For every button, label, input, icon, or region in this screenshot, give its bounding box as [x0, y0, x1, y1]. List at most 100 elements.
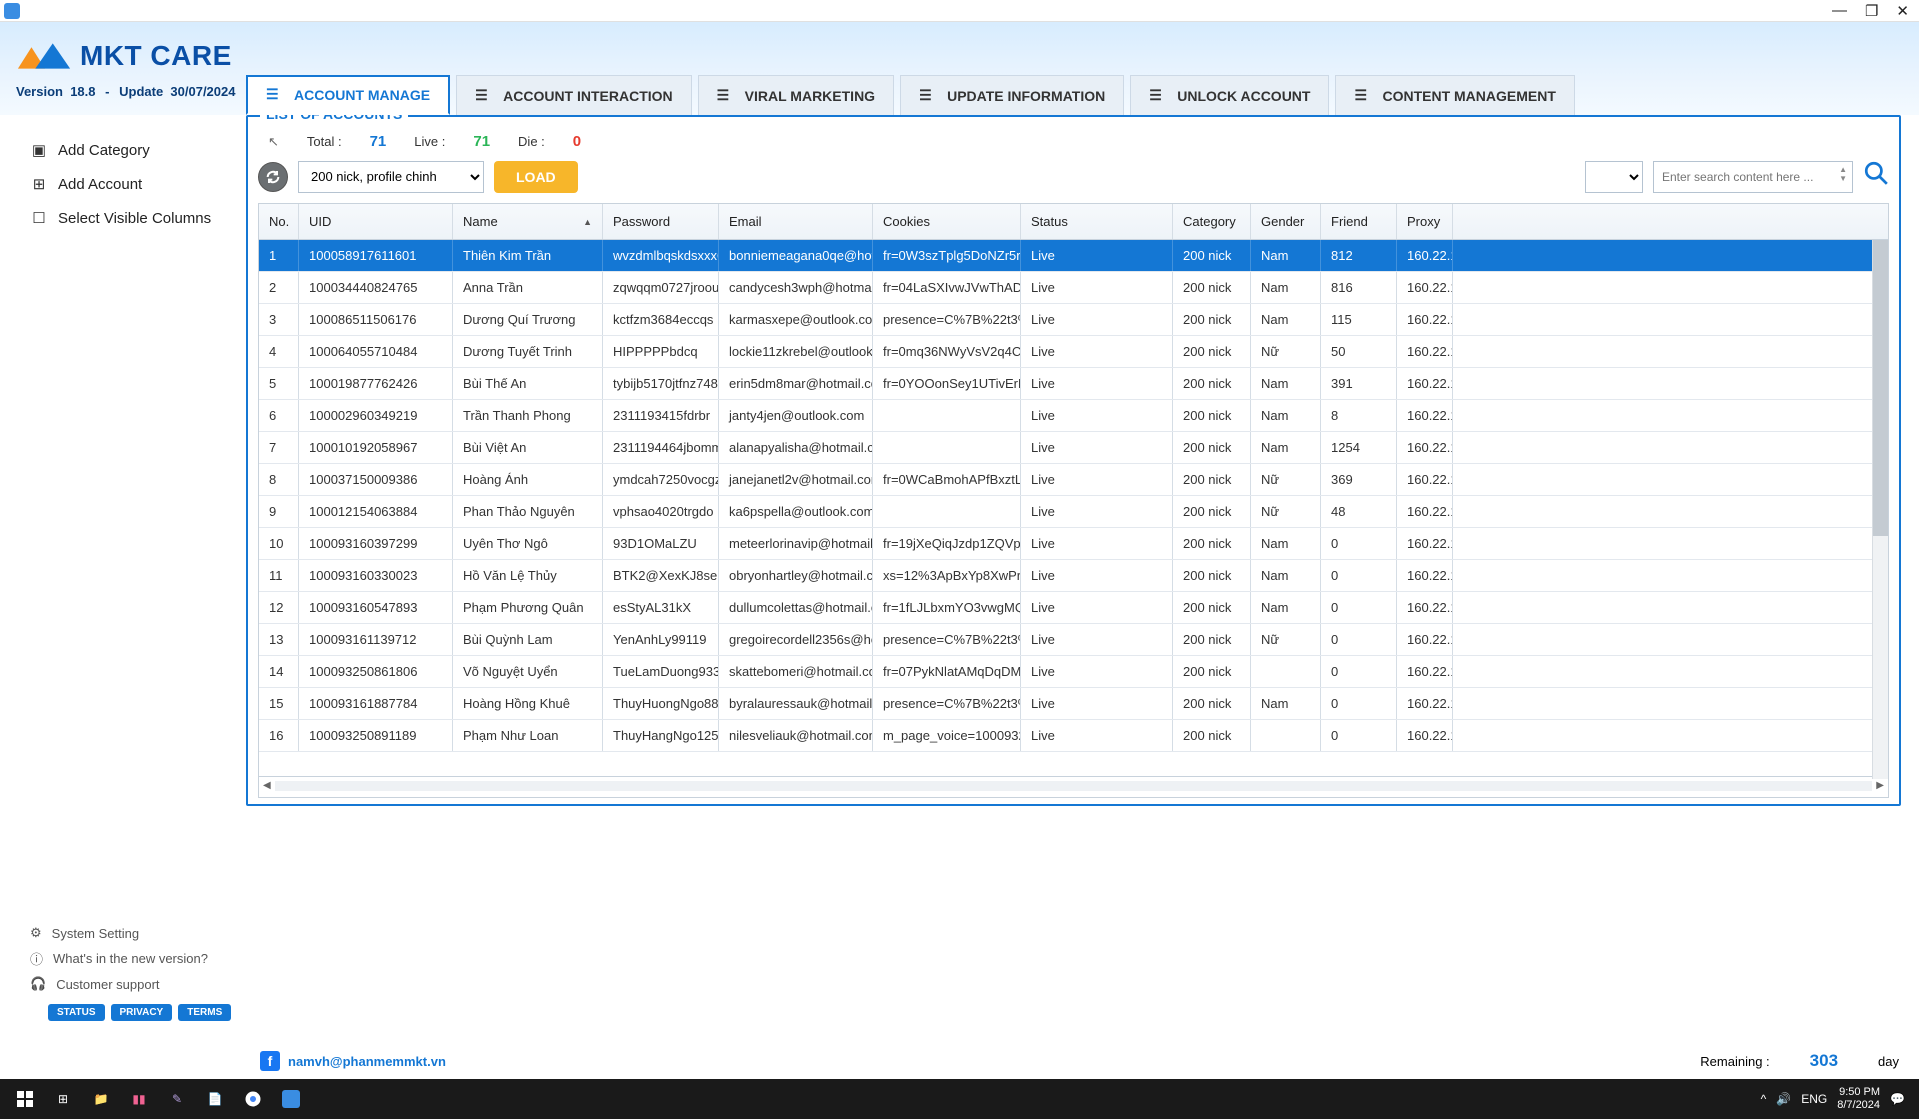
accounts-table: No.UIDName▲PasswordEmailCookiesStatusCat…	[258, 203, 1889, 798]
table-row[interactable]: 11100093160330023Hồ Văn Lệ ThủyBTK2@XexK…	[259, 560, 1888, 592]
table-row[interactable]: 8100037150009386Hoàng Ánhymdcah7250vocgz…	[259, 464, 1888, 496]
filter-select[interactable]	[1585, 161, 1643, 193]
column-header[interactable]: UID	[299, 204, 453, 239]
table-row[interactable]: 15100093161887784Hoàng Hồng KhuêThuyHuon…	[259, 688, 1888, 720]
table-row[interactable]: 5100019877762426Bùi Thế Antybijb5170jtfn…	[259, 368, 1888, 400]
cell-uid: 100037150009386	[299, 464, 453, 495]
column-header[interactable]: Proxy	[1397, 204, 1453, 239]
sidebar-add-account[interactable]: ⊞ Add Account	[30, 167, 236, 201]
spinner-icon[interactable]: ▲▼	[1839, 165, 1847, 183]
table-row[interactable]: 4100064055710484Dương Tuyết TrinhHIPPPPP…	[259, 336, 1888, 368]
cell-gender: Nữ	[1251, 464, 1321, 495]
cell-gender: Nam	[1251, 240, 1321, 271]
app-icon-1[interactable]: ▮▮	[120, 1083, 158, 1115]
table-row[interactable]: 13100093161139712Bùi Quỳnh LamYenAnhLy99…	[259, 624, 1888, 656]
cell-name: Hoàng Hồng Khuê	[453, 688, 603, 719]
cell-pwd: ThuyHuongNgo88113	[603, 688, 719, 719]
table-row[interactable]: 9100012154063884Phan Thảo Nguyênvphsao40…	[259, 496, 1888, 528]
cell-name: Hoàng Ánh	[453, 464, 603, 495]
cell-no: 14	[259, 656, 299, 687]
table-row[interactable]: 14100093250861806Võ Nguyệt UyểnTueLamDuo…	[259, 656, 1888, 688]
tray-notifications-icon[interactable]: 💬	[1890, 1092, 1905, 1106]
maximize-button[interactable]: ❐	[1865, 2, 1878, 20]
refresh-button[interactable]	[258, 162, 288, 192]
system-clock[interactable]: 9:50 PM 8/7/2024	[1837, 1086, 1880, 1112]
cell-pwd: 93D1OMaLZU	[603, 528, 719, 559]
profile-select[interactable]: 200 nick, profile chinh	[298, 161, 484, 193]
table-row[interactable]: 7100010192058967Bùi Việt An2311194464jbo…	[259, 432, 1888, 464]
customer-support-link[interactable]: 🎧Customer support	[30, 972, 236, 996]
cell-gender: Nam	[1251, 368, 1321, 399]
cell-pwd: vphsao4020trgdo	[603, 496, 719, 527]
column-header[interactable]: Email	[719, 204, 873, 239]
table-row[interactable]: 6100002960349219Trần Thanh Phong23111934…	[259, 400, 1888, 432]
terms-badge[interactable]: TERMS	[178, 1004, 231, 1021]
horizontal-scrollbar[interactable]: ◀▶	[259, 776, 1888, 794]
file-explorer-icon[interactable]: 📁	[82, 1083, 120, 1115]
remaining-label: Remaining :	[1700, 1054, 1769, 1069]
cell-uid: 100093160397299	[299, 528, 453, 559]
column-header[interactable]: Gender	[1251, 204, 1321, 239]
column-header[interactable]: Status	[1021, 204, 1173, 239]
app-icon-2[interactable]: ✎	[158, 1083, 196, 1115]
chrome-icon[interactable]	[234, 1083, 272, 1115]
cell-pwd: esStyAL31kX	[603, 592, 719, 623]
table-row[interactable]: 10100093160397299Uyên Thơ Ngô93D1OMaLZUm…	[259, 528, 1888, 560]
minimize-button[interactable]: —	[1832, 2, 1847, 20]
app-icon-4[interactable]	[272, 1083, 310, 1115]
table-row[interactable]: 3100086511506176Dương Quí Trươngkctfzm36…	[259, 304, 1888, 336]
facebook-icon[interactable]: f	[260, 1051, 280, 1071]
load-button[interactable]: LOAD	[494, 161, 578, 193]
app-icon-3[interactable]: 📄	[196, 1083, 234, 1115]
footer-bar: f namvh@phanmemmkt.vn Remaining : 303 da…	[0, 1043, 1919, 1079]
cell-proxy: 160.22.10	[1397, 304, 1453, 335]
cell-gender	[1251, 720, 1321, 751]
sidebar-add-category[interactable]: ▣ Add Category	[30, 133, 236, 167]
system-setting-link[interactable]: ⚙System Setting	[30, 921, 236, 945]
column-header[interactable]: Category	[1173, 204, 1251, 239]
cell-gender: Nam	[1251, 528, 1321, 559]
column-header[interactable]: Cookies	[873, 204, 1021, 239]
column-header[interactable]: Name▲	[453, 204, 603, 239]
column-header[interactable]: No.	[259, 204, 299, 239]
task-view-icon[interactable]: ⊞	[44, 1083, 82, 1115]
tray-lang-icon[interactable]: ENG	[1801, 1092, 1827, 1106]
cell-email: skattebomeri@hotmail.com	[719, 656, 873, 687]
sidebar-select-columns[interactable]: ☐ Select Visible Columns	[30, 201, 236, 235]
tab-account-manage[interactable]: ☰ACCOUNT MANAGE	[246, 75, 450, 115]
start-button[interactable]	[6, 1083, 44, 1115]
cell-status: Live	[1021, 304, 1173, 335]
column-header[interactable]: Password	[603, 204, 719, 239]
tab-unlock-account[interactable]: ☰UNLOCK ACCOUNT	[1130, 75, 1329, 115]
search-icon[interactable]	[1863, 160, 1889, 193]
tray-chevron-icon[interactable]: ^	[1761, 1092, 1767, 1106]
contact-email[interactable]: namvh@phanmemmkt.vn	[288, 1054, 446, 1069]
tab-content-management[interactable]: ☰CONTENT MANAGEMENT	[1335, 75, 1574, 115]
cell-status: Live	[1021, 592, 1173, 623]
tab-account-interaction[interactable]: ☰ACCOUNT INTERACTION	[456, 75, 692, 115]
cell-status: Live	[1021, 368, 1173, 399]
cell-name: Trần Thanh Phong	[453, 400, 603, 431]
cell-friend: 0	[1321, 624, 1397, 655]
windows-taskbar[interactable]: ⊞ 📁 ▮▮ ✎ 📄 ^ 🔊 ENG 9:50 PM 8/7/2024 💬	[0, 1079, 1919, 1119]
table-row[interactable]: 16100093250891189Phạm Như LoanThuyHangNg…	[259, 720, 1888, 752]
table-row[interactable]: 2100034440824765Anna Trầnzqwqqm0727jroou…	[259, 272, 1888, 304]
cell-friend: 1254	[1321, 432, 1397, 463]
cell-uid: 100019877762426	[299, 368, 453, 399]
privacy-badge[interactable]: PRIVACY	[111, 1004, 173, 1021]
status-badge[interactable]: STATUS	[48, 1004, 105, 1021]
column-header[interactable]: Friend	[1321, 204, 1397, 239]
cell-no: 2	[259, 272, 299, 303]
tab-update-information[interactable]: ☰UPDATE INFORMATION	[900, 75, 1124, 115]
cell-cookies: presence=C%7B%22t3%22%3...	[873, 688, 1021, 719]
whats-new-link[interactable]: ⓘWhat's in the new version?	[30, 945, 236, 972]
table-row[interactable]: 12100093160547893Phạm Phương QuânesStyAL…	[259, 592, 1888, 624]
cell-pwd: 2311193415fdrbr	[603, 400, 719, 431]
cell-gender: Nam	[1251, 592, 1321, 623]
table-row[interactable]: 1100058917611601Thiên Kim Trầnwvzdmlbqsk…	[259, 240, 1888, 272]
vertical-scrollbar[interactable]	[1872, 240, 1888, 779]
tab-viral-marketing[interactable]: ☰VIRAL MARKETING	[698, 75, 894, 115]
close-button[interactable]: ✕	[1896, 2, 1909, 20]
tray-volume-icon[interactable]: 🔊	[1776, 1092, 1791, 1106]
search-input[interactable]	[1653, 161, 1853, 193]
